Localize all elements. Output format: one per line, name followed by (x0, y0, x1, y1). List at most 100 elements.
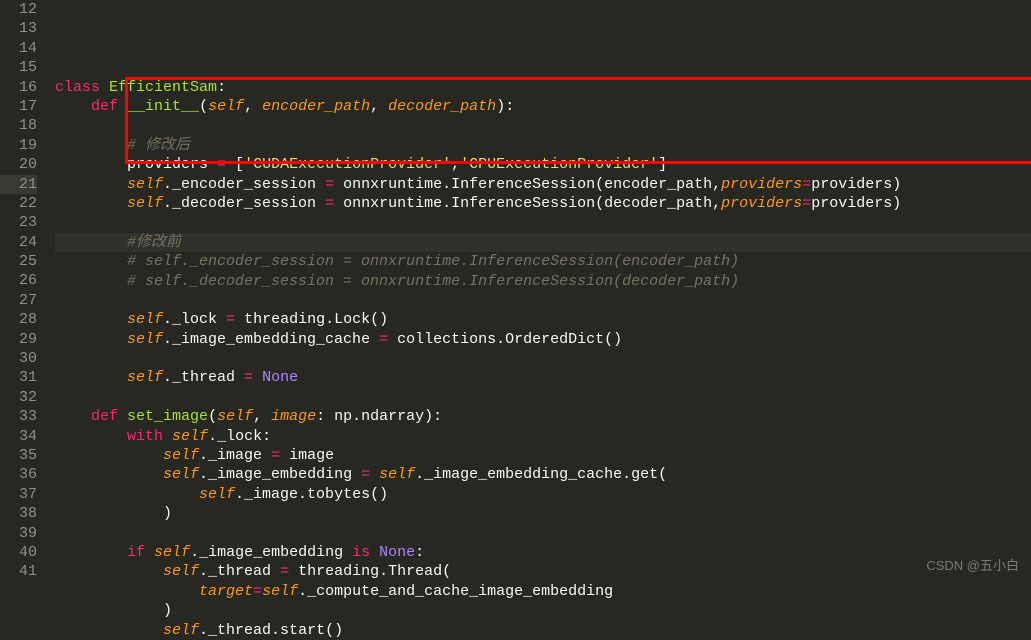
code-token: = (325, 176, 334, 193)
code-line[interactable] (55, 524, 1031, 543)
code-token (55, 447, 163, 464)
code-token: #修改前 (127, 234, 181, 251)
code-line[interactable]: self._image_embedding_cache = collection… (55, 330, 1031, 349)
code-token: [ (226, 156, 244, 173)
code-token: = (325, 195, 334, 212)
code-token: ._image_embedding_cache (163, 331, 379, 348)
code-token (145, 544, 154, 561)
code-token (55, 408, 91, 425)
code-token: = (802, 195, 811, 212)
code-token: with (127, 428, 163, 445)
line-number: 41 (0, 562, 37, 581)
code-token: EfficientSam (109, 79, 217, 96)
code-token: ._lock: (208, 428, 271, 445)
code-token (55, 195, 127, 212)
code-token (55, 98, 91, 115)
code-token: ): (424, 408, 442, 425)
code-line[interactable]: self._lock = threading.Lock() (55, 310, 1031, 329)
code-token: : (217, 79, 226, 96)
code-line[interactable] (55, 116, 1031, 135)
line-number: 19 (0, 136, 37, 155)
code-token (55, 176, 127, 193)
code-token: = (253, 583, 262, 600)
code-line[interactable]: with self._lock: (55, 427, 1031, 446)
code-token: = (217, 156, 226, 173)
code-token: threading.Lock() (235, 311, 388, 328)
code-token: self (199, 486, 235, 503)
code-line[interactable]: self._image.tobytes() (55, 485, 1031, 504)
code-line[interactable]: class EfficientSam: (55, 78, 1031, 97)
code-token (163, 428, 172, 445)
code-line[interactable]: #修改前 (55, 233, 1031, 252)
code-line[interactable]: def set_image(self, image: np.ndarray): (55, 407, 1031, 426)
code-token: onnxruntime.InferenceSession(encoder_pat… (334, 176, 721, 193)
code-token (55, 369, 127, 386)
code-token: , (244, 98, 262, 115)
code-token: ._image (199, 447, 271, 464)
code-token: image (280, 447, 334, 464)
code-token: = (361, 466, 370, 483)
code-token: ._thread.start() (199, 622, 343, 639)
line-number: 17 (0, 97, 37, 116)
code-line[interactable] (55, 349, 1031, 368)
code-line[interactable]: self._thread = threading.Thread( (55, 562, 1031, 581)
line-number: 13 (0, 19, 37, 38)
code-token: self (379, 466, 415, 483)
watermark-text: CSDN @五小白 (926, 556, 1019, 575)
code-token: ._thread (199, 563, 280, 580)
line-number: 32 (0, 388, 37, 407)
code-token: decoder_path (388, 98, 496, 115)
code-token: ._image_embedding_cache.get( (415, 466, 667, 483)
code-token: # self._decoder_session = onnxruntime.In… (127, 273, 739, 290)
code-token: ( (199, 98, 208, 115)
code-token: = (280, 563, 289, 580)
code-line[interactable]: target=self._compute_and_cache_image_emb… (55, 582, 1031, 601)
code-token: ): (496, 98, 514, 115)
code-token: ._image_embedding (199, 466, 361, 483)
code-line[interactable]: providers = ['CUDAExecutionProvider','CP… (55, 155, 1031, 174)
code-token: self (127, 331, 163, 348)
code-line[interactable]: self._thread.start() (55, 621, 1031, 640)
code-line[interactable]: # 修改后 (55, 136, 1031, 155)
code-token: collections.OrderedDict() (388, 331, 622, 348)
line-number: 29 (0, 330, 37, 349)
line-number: 26 (0, 271, 37, 290)
code-token: ] (658, 156, 667, 173)
code-line[interactable] (55, 388, 1031, 407)
code-token (55, 622, 163, 639)
code-line[interactable]: self._thread = None (55, 368, 1031, 387)
code-line[interactable] (55, 58, 1031, 77)
code-token: providers (721, 195, 802, 212)
code-token (55, 253, 127, 270)
code-token (55, 311, 127, 328)
code-token: self (127, 311, 163, 328)
code-line[interactable]: if self._image_embedding is None: (55, 543, 1031, 562)
code-line[interactable]: # self._encoder_session = onnxruntime.In… (55, 252, 1031, 271)
line-number: 39 (0, 524, 37, 543)
code-line[interactable] (55, 291, 1031, 310)
code-token: 'CPUExecutionProvider' (460, 156, 658, 173)
code-line[interactable] (55, 213, 1031, 232)
code-line[interactable]: ) (55, 601, 1031, 620)
code-line[interactable]: def __init__(self, encoder_path, decoder… (55, 97, 1031, 116)
code-line[interactable]: self._image_embedding = self._image_embe… (55, 465, 1031, 484)
line-number: 25 (0, 252, 37, 271)
code-line[interactable]: self._decoder_session = onnxruntime.Infe… (55, 194, 1031, 213)
code-token: self (262, 583, 298, 600)
code-token: self (154, 544, 190, 561)
code-token: # 修改后 (127, 137, 190, 154)
code-token: None (262, 369, 298, 386)
line-number: 40 (0, 543, 37, 562)
code-area[interactable]: class EfficientSam: def __init__(self, e… (45, 0, 1031, 583)
code-editor[interactable]: 1213141516171819202122232425262728293031… (0, 0, 1031, 583)
line-number: 37 (0, 485, 37, 504)
line-number: 27 (0, 291, 37, 310)
code-line[interactable]: # self._decoder_session = onnxruntime.In… (55, 272, 1031, 291)
code-token: = (226, 311, 235, 328)
code-line[interactable]: self._image = image (55, 446, 1031, 465)
code-token (100, 79, 109, 96)
code-line[interactable]: ) (55, 504, 1031, 523)
code-line[interactable]: self._encoder_session = onnxruntime.Infe… (55, 175, 1031, 194)
line-number: 31 (0, 368, 37, 387)
line-number: 36 (0, 465, 37, 484)
